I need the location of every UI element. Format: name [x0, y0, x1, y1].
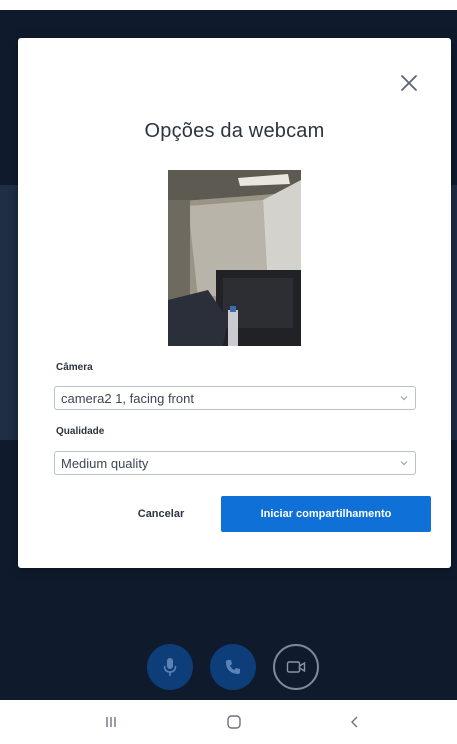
back-icon	[351, 716, 358, 728]
quality-label: Qualidade	[56, 426, 105, 437]
system-navigation-bar	[0, 700, 457, 744]
home-button[interactable]	[219, 710, 249, 734]
chevron-down-icon	[400, 396, 408, 401]
modal-title: Opções da webcam	[144, 120, 325, 142]
quality-select[interactable]: Medium quality	[54, 451, 416, 475]
cancel-button[interactable]: Cancelar	[123, 503, 199, 525]
close-icon	[401, 75, 417, 91]
chevron-down-icon	[400, 461, 408, 466]
home-icon	[227, 715, 241, 729]
status-strip	[0, 0, 457, 10]
back-button[interactable]	[340, 710, 370, 734]
phone-icon	[226, 660, 240, 674]
video-camera-icon	[286, 661, 306, 673]
camera-label: Câmera	[56, 362, 93, 373]
webcam-preview	[168, 170, 301, 346]
camera-button[interactable]	[273, 644, 319, 690]
microphone-button[interactable]	[147, 644, 193, 690]
recent-apps-icon	[106, 717, 116, 727]
camera-select-value: camera2 1, facing front	[61, 390, 194, 406]
phone-button[interactable]	[210, 644, 256, 690]
close-button[interactable]	[394, 68, 424, 98]
microphone-icon	[163, 658, 177, 676]
video-area-left-edge	[0, 185, 18, 440]
start-sharing-button[interactable]: Iniciar compartilhamento	[221, 496, 431, 532]
recent-apps-button[interactable]	[96, 710, 126, 734]
camera-select[interactable]: camera2 1, facing front	[54, 386, 416, 410]
webcam-options-modal: Opções da webcam Câmera camera2 1, facin…	[18, 38, 451, 568]
quality-select-value: Medium quality	[61, 455, 149, 471]
